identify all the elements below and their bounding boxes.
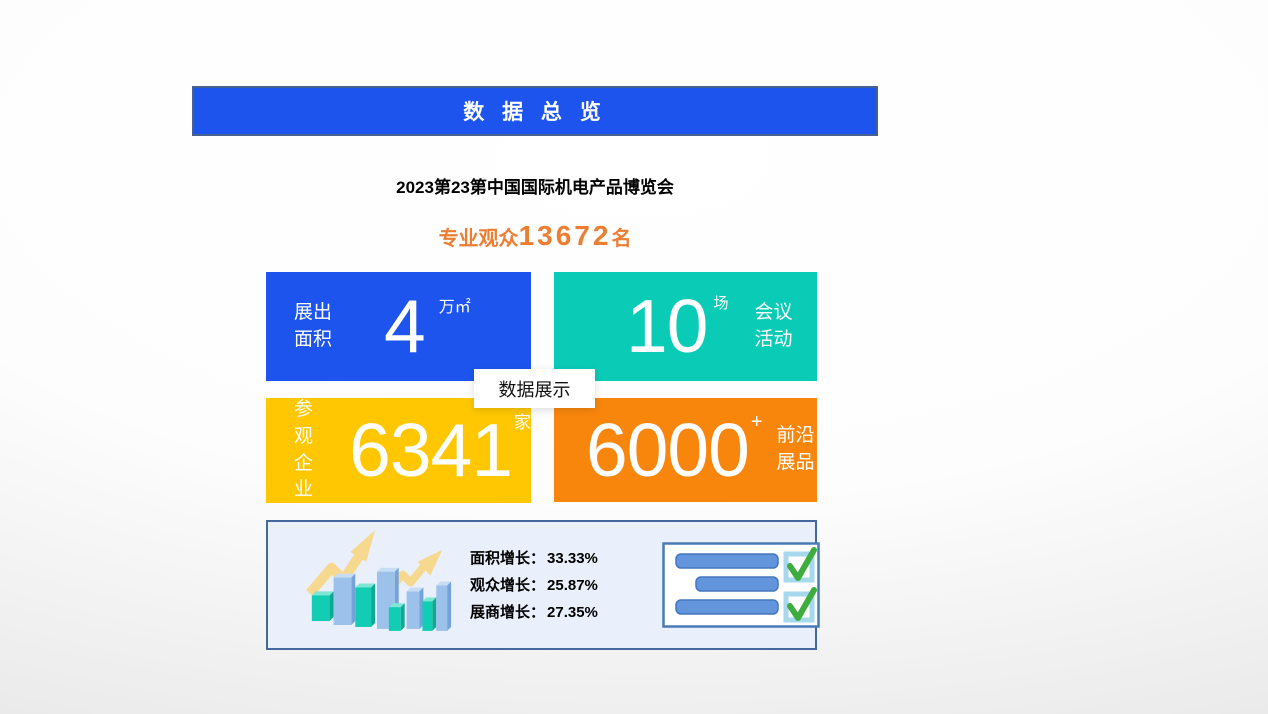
card-unit: + <box>751 411 763 434</box>
card-unit: 家 <box>514 408 531 433</box>
bar-chart-growth-icon <box>298 528 456 642</box>
checkbox-2 <box>786 590 814 620</box>
growth-value: 27.35% <box>547 599 598 626</box>
slide: 数 据 总 览 2023第23第中国国际机电产品博览会 专业观众 13672 名… <box>0 0 1268 714</box>
audience-count: 13672 <box>519 220 612 252</box>
card-exhibition-area: 展出 面积 4 万㎡ <box>266 272 531 381</box>
card-unit: 场 <box>713 292 728 313</box>
card-value: 6341 <box>349 413 512 488</box>
card-value: 6000 <box>586 413 749 488</box>
audience-label: 专业观众 <box>439 222 519 251</box>
growth-label: 观众增长： <box>470 572 545 599</box>
bar-8-blue <box>436 582 451 631</box>
data-display-label: 数据展示 <box>474 369 595 408</box>
card-label: 参观 企业 <box>294 397 317 503</box>
card-value: 10 <box>626 289 707 364</box>
expo-subtitle: 2023第23第中国国际机电产品博览会 <box>192 173 878 198</box>
checklist-icon <box>662 542 820 628</box>
bar-3-teal <box>355 584 375 627</box>
card-label-line2: 展品 <box>777 452 815 473</box>
card-label-line2: 企业 <box>294 453 313 501</box>
growth-label: 展商增长： <box>470 599 545 626</box>
bar-5-teal <box>389 603 405 631</box>
growth-line-audience: 观众增长： 25.87% <box>470 572 638 599</box>
card-meetings: 10 场 会议 活动 <box>554 272 817 381</box>
checkbox-1 <box>786 550 814 580</box>
growth-panel: 面积增长： 33.33% 观众增长： 25.87% 展商增长： 27.35% <box>266 520 817 650</box>
bar-7-teal <box>422 597 436 631</box>
audience-unit: 名 <box>611 222 631 251</box>
card-label-line1: 会议 <box>754 302 792 323</box>
card-label-line1: 展出 <box>294 302 332 323</box>
card-unit: 万㎡ <box>439 293 471 317</box>
growth-line-area: 面积增长： 33.33% <box>470 545 638 572</box>
bar-1-teal <box>312 591 334 621</box>
card-label-line1: 前沿 <box>777 425 815 446</box>
growth-line-exhibitors: 展商增长： 27.35% <box>470 599 638 626</box>
growth-value: 33.33% <box>547 545 598 572</box>
card-label: 前沿 展品 <box>777 423 815 476</box>
growth-stats: 面积增长： 33.33% 观众增长： 25.87% 展商增长： 27.35% <box>470 545 638 626</box>
growth-value: 25.87% <box>547 572 598 599</box>
card-value: 4 <box>384 289 425 364</box>
card-label-line2: 面积 <box>294 329 332 350</box>
card-frontier-exhibits: 6000 + 前沿 展品 <box>554 398 817 502</box>
card-label: 会议 活动 <box>754 300 792 353</box>
bar-6-blue <box>407 587 424 628</box>
bar-2-blue <box>334 574 356 625</box>
card-label-line2: 活动 <box>754 329 792 350</box>
audience-stat-line: 专业观众 13672 名 <box>192 220 878 252</box>
card-label-line1: 参观 <box>294 399 313 447</box>
card-label: 展出 面积 <box>294 300 332 353</box>
card-visiting-companies: 参观 企业 6341 家 <box>266 398 531 503</box>
growth-label: 面积增长： <box>470 545 545 572</box>
